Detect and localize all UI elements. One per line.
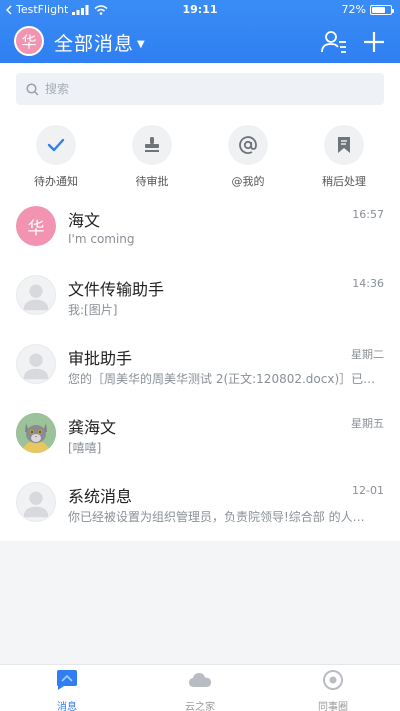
add-icon[interactable] [360,28,388,56]
default-avatar-icon [23,491,49,518]
message-preview: [嘻嘻] [68,441,102,455]
quick-actions: 待办通知 待审批 @我的 稍后处理 [0,115,400,195]
cat-avatar-icon [16,413,56,453]
pending-approval-label: 待审批 [135,175,169,188]
tab-label: 消息 [57,702,77,711]
todo-notification-button[interactable]: 待办通知 [11,125,101,189]
tab-colleague-circle[interactable]: 同事圈 [293,669,373,711]
pending-approval-button[interactable]: 待审批 [107,125,197,189]
message-preview: I'm coming [68,232,135,246]
check-icon [47,138,65,152]
search-input[interactable] [45,82,345,96]
contact-name: 审批助手 [68,349,133,368]
message-preview: 您的［周美华的周美华测试 2(正文:120802.docx)］已… [68,372,376,386]
tab-label: 云之家 [185,702,215,711]
message-time: 12-01 [352,484,384,497]
message-time: 14:36 [352,277,384,290]
process-later-label: 稍后处理 [322,175,366,188]
message-filter-dropdown[interactable]: 全部消息 ▼ [54,29,146,56]
cloud-icon [189,673,211,687]
app-header: TestFlight 19:11 72% 华 全部消息 ▼ [0,0,400,63]
bookmark-icon [338,137,350,153]
message-item-haiwen[interactable]: 华 海文 I'm coming 16:57 [0,195,400,264]
avatar [16,344,56,384]
search-bar[interactable] [16,73,384,105]
contacts-icon[interactable] [320,28,348,56]
message-tab-icon [57,670,77,690]
search-section [0,63,400,115]
avatar [16,413,56,453]
clock: 19:11 [182,3,218,16]
avatar [16,275,56,315]
tab-cloud-home[interactable]: 云之家 [160,669,240,711]
contact-name: 文件传输助手 [68,280,165,299]
mentions-button[interactable]: @我的 [203,125,293,189]
message-time: 星期二 [351,348,384,361]
battery-icon [370,4,394,15]
at-icon [239,136,257,154]
todo-notification-label: 待办通知 [34,175,78,188]
contact-name: 海文 [68,211,101,230]
message-time: 星期五 [351,417,384,430]
bottom-tab-bar: 消息 云之家 同事圈 [0,664,400,711]
message-item-file-transfer[interactable]: 文件传输助手 我:[图片] 14:36 [0,264,400,333]
stamp-icon [145,137,159,152]
message-time: 16:57 [352,208,384,221]
mentions-label: @我的 [231,175,265,188]
search-icon [26,82,39,96]
message-item-approval-assistant[interactable]: 审批助手 您的［周美华的周美华测试 2(正文:120802.docx)］已… 星… [0,333,400,402]
process-later-button[interactable]: 稍后处理 [299,125,389,189]
tab-label: 同事圈 [318,702,348,711]
contact-name: 龚海文 [68,418,117,437]
message-item-gong-haiwen[interactable]: 龚海文 [嘻嘻] 星期五 [0,402,400,471]
tab-messages[interactable]: 消息 [27,669,107,711]
title-bar: 华 全部消息 ▼ [0,20,400,63]
default-avatar-icon [23,284,49,311]
contact-name: 系统消息 [68,487,133,506]
status-bar: TestFlight 19:11 72% [0,0,400,20]
default-avatar-icon [23,353,49,380]
colleague-circle-icon [323,670,343,690]
caret-down-icon: ▼ [137,38,146,50]
page-title: 全部消息 [54,33,135,55]
message-item-system[interactable]: 系统消息 你已经被设置为组织管理员，负责院领导!综合部 的人… 12-01 [0,471,400,540]
message-list: 华 海文 I'm coming 16:57 文件传输助手 我:[图片] 14:3… [0,195,400,541]
avatar: 华 [16,206,56,246]
battery-percent: 72% [341,3,366,16]
message-preview: 你已经被设置为组织管理员，负责院领导!综合部 的人… [68,510,365,524]
user-avatar[interactable]: 华 [14,26,44,56]
message-preview: 我:[图片] [68,303,118,317]
avatar [16,482,56,522]
